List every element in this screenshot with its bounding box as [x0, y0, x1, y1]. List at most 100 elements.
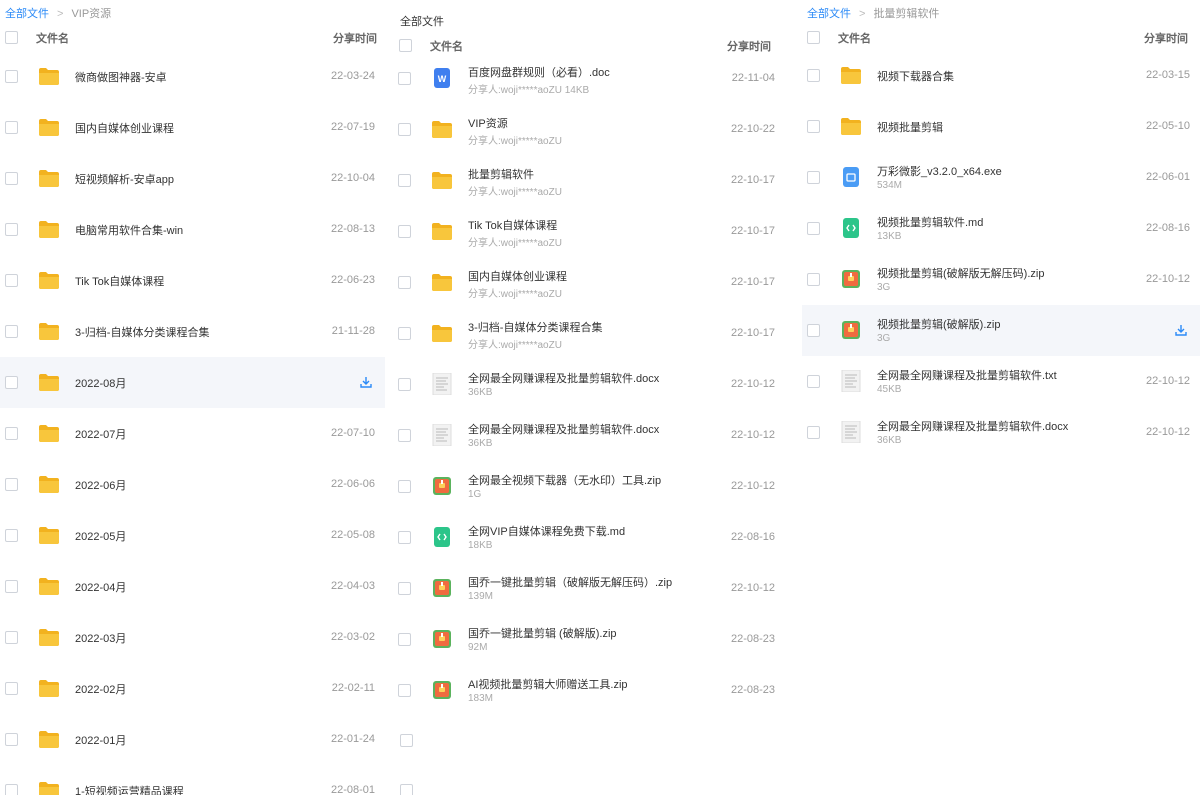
row-checkbox[interactable]	[5, 784, 18, 795]
file-row[interactable]: 2022-03月 22-03-02	[0, 612, 385, 663]
file-name[interactable]: 百度网盘群规则（必看）.doc	[468, 64, 610, 80]
column-header-time[interactable]: 分享时间	[1144, 30, 1188, 46]
file-name[interactable]: 国内自媒体创业课程	[75, 120, 174, 136]
breadcrumb-root-link[interactable]: 全部文件	[5, 8, 49, 20]
file-row[interactable]: W 百度网盘群规则（必看）.doc 分享人:woji*****aoZU 14KB 22…	[393, 53, 785, 104]
select-all-checkbox[interactable]	[807, 31, 820, 44]
file-name[interactable]: 1-短视频运营精品课程	[75, 783, 184, 795]
file-name[interactable]: 视频批量剪辑	[877, 119, 943, 135]
file-row[interactable]: Tik Tok自媒体课程 分享人:woji*****aoZU 22-10-17	[393, 206, 785, 257]
row-checkbox[interactable]	[5, 733, 18, 746]
file-name[interactable]: 全网最全网赚课程及批量剪辑软件.docx	[877, 418, 1068, 434]
file-name[interactable]: 视频下载器合集	[877, 68, 954, 84]
file-name[interactable]: 3-归档-自媒体分类课程合集	[468, 319, 602, 335]
row-checkbox[interactable]	[807, 324, 820, 337]
file-row[interactable]: 全网最全网赚课程及批量剪辑软件.docx 36KB 22-10-12	[393, 410, 785, 461]
row-checkbox[interactable]	[5, 427, 18, 440]
file-name[interactable]: 2022-04月	[75, 579, 126, 595]
file-row[interactable]: 2022-01月 22-01-24	[0, 714, 385, 765]
row-checkbox[interactable]	[5, 121, 18, 134]
file-row[interactable]: 国乔一键批量剪辑（破解版无解压码）.zip 139M 22-10-12	[393, 563, 785, 614]
row-checkbox[interactable]	[398, 276, 411, 289]
select-all-checkbox[interactable]	[399, 39, 412, 52]
row-checkbox[interactable]	[807, 426, 820, 439]
row-checkbox[interactable]	[398, 225, 411, 238]
file-name[interactable]: 全网最全网赚课程及批量剪辑软件.txt	[877, 367, 1057, 383]
column-header-name[interactable]: 文件名	[430, 38, 463, 54]
column-header-time[interactable]: 分享时间	[727, 38, 771, 54]
row-checkbox[interactable]	[400, 784, 413, 795]
file-row[interactable]: 全网VIP自媒体课程免费下载.md 18KB 22-08-16	[393, 512, 785, 563]
file-row[interactable]: AI视频批量剪辑大师赠送工具.zip 183M 22-08-23	[393, 665, 785, 716]
file-name[interactable]: VIP资源	[468, 115, 508, 131]
row-checkbox[interactable]	[398, 174, 411, 187]
file-name[interactable]: 国乔一键批量剪辑 (破解版).zip	[468, 625, 617, 641]
file-name[interactable]: 2022-07月	[75, 426, 126, 442]
breadcrumb-root[interactable]: 全部文件	[400, 16, 444, 28]
file-name[interactable]: Tik Tok自媒体课程	[75, 273, 164, 289]
file-row[interactable]: 国内自媒体创业课程 22-07-19	[0, 102, 385, 153]
file-row[interactable]: 视频批量剪辑 22-05-10	[802, 101, 1200, 152]
row-checkbox[interactable]	[5, 325, 18, 338]
row-checkbox[interactable]	[5, 70, 18, 83]
row-checkbox[interactable]	[398, 633, 411, 646]
file-name[interactable]: 2022-06月	[75, 477, 126, 493]
row-checkbox[interactable]	[398, 480, 411, 493]
file-row[interactable]: 视频批量剪辑软件.md 13KB 22-08-16	[802, 203, 1200, 254]
file-row[interactable]: 批量剪辑软件 分享人:woji*****aoZU 22-10-17	[393, 155, 785, 206]
file-row[interactable]: 3-归档-自媒体分类课程合集 分享人:woji*****aoZU 22-10-17	[393, 308, 785, 359]
file-name[interactable]: Tik Tok自媒体课程	[468, 217, 557, 233]
download-icon[interactable]	[359, 375, 373, 389]
file-name[interactable]: 视频批量剪辑(破解版无解压码).zip	[877, 265, 1044, 281]
file-row[interactable]: 2022-07月 22-07-10	[0, 408, 385, 459]
file-row[interactable]: VIP资源 分享人:woji*****aoZU 22-10-22	[393, 104, 785, 155]
row-checkbox[interactable]	[398, 429, 411, 442]
row-checkbox[interactable]	[807, 375, 820, 388]
file-row[interactable]: 微商做图神器-安卓 22-03-24	[0, 51, 385, 102]
file-name[interactable]: 全网最全视频下载器（无水印）工具.zip	[468, 472, 661, 488]
row-checkbox[interactable]	[398, 684, 411, 697]
row-checkbox[interactable]	[5, 682, 18, 695]
breadcrumb-root-link[interactable]: 全部文件	[807, 8, 851, 20]
file-name[interactable]: 视频批量剪辑软件.md	[877, 214, 983, 230]
file-row[interactable]: 2022-05月 22-05-08	[0, 510, 385, 561]
file-name[interactable]: 全网最全网赚课程及批量剪辑软件.docx	[468, 421, 659, 437]
file-name[interactable]: 电脑常用软件合集-win	[75, 222, 183, 238]
file-row[interactable]: 国内自媒体创业课程 分享人:woji*****aoZU 22-10-17	[393, 257, 785, 308]
file-name[interactable]: 2022-02月	[75, 681, 126, 697]
file-name[interactable]: 国内自媒体创业课程	[468, 268, 567, 284]
file-row[interactable]: 视频批量剪辑(破解版无解压码).zip 3G 22-10-12	[802, 254, 1200, 305]
row-checkbox[interactable]	[398, 582, 411, 595]
file-name[interactable]: 全网VIP自媒体课程免费下载.md	[468, 523, 625, 539]
file-name[interactable]: 微商做图神器-安卓	[75, 69, 167, 85]
row-checkbox[interactable]	[398, 531, 411, 544]
file-row[interactable]: 1-短视频运营精品课程 22-08-01	[0, 765, 385, 795]
file-row[interactable]: 国乔一键批量剪辑 (破解版).zip 92M 22-08-23	[393, 614, 785, 665]
row-checkbox[interactable]	[807, 69, 820, 82]
file-name[interactable]: 全网最全网赚课程及批量剪辑软件.docx	[468, 370, 659, 386]
file-row[interactable]: 2022-08月	[0, 357, 385, 408]
file-name[interactable]: 2022-03月	[75, 630, 126, 646]
row-checkbox[interactable]	[5, 631, 18, 644]
file-name[interactable]: 万彩微影_v3.2.0_x64.exe	[877, 163, 1002, 179]
file-row[interactable]: Tik Tok自媒体课程 22-06-23	[0, 255, 385, 306]
file-name[interactable]: 视频批量剪辑(破解版).zip	[877, 316, 1000, 332]
file-row[interactable]: 视频批量剪辑(破解版).zip 3G	[802, 305, 1200, 356]
file-row[interactable]: 2022-02月 22-02-11	[0, 663, 385, 714]
file-name[interactable]: 国乔一键批量剪辑（破解版无解压码）.zip	[468, 574, 672, 590]
file-row[interactable]: 万彩微影_v3.2.0_x64.exe 534M 22-06-01	[802, 152, 1200, 203]
row-checkbox[interactable]	[5, 580, 18, 593]
row-checkbox[interactable]	[5, 172, 18, 185]
file-row[interactable]: 短视频解析-安卓app 22-10-04	[0, 153, 385, 204]
row-checkbox[interactable]	[5, 274, 18, 287]
row-checkbox[interactable]	[400, 734, 413, 747]
file-name[interactable]: 2022-05月	[75, 528, 126, 544]
column-header-name[interactable]: 文件名	[838, 30, 871, 46]
file-name[interactable]: 2022-01月	[75, 732, 126, 748]
file-row[interactable]: 全网最全网赚课程及批量剪辑软件.docx 36KB 22-10-12	[802, 407, 1200, 458]
file-row[interactable]: 视频下载器合集 22-03-15	[802, 50, 1200, 101]
column-header-name[interactable]: 文件名	[36, 30, 69, 46]
file-row[interactable]: 2022-06月 22-06-06	[0, 459, 385, 510]
file-name[interactable]: 3-归档-自媒体分类课程合集	[75, 324, 209, 340]
row-checkbox[interactable]	[398, 123, 411, 136]
